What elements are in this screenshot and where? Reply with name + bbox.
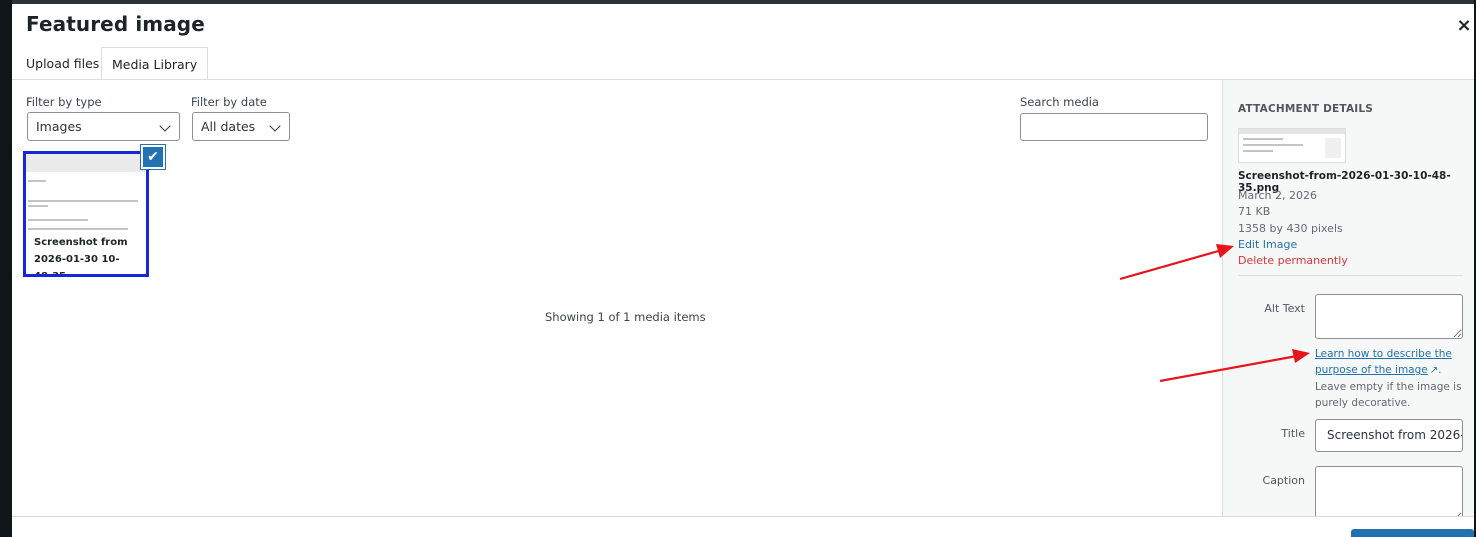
tab-media-library[interactable]: Media Library [101,47,209,80]
thumbnail-preview-line [28,200,138,202]
modal-footer-toolbar [12,516,1474,537]
filter-type-label: Filter by type [26,95,102,109]
filter-type-select[interactable]: Images [27,112,180,141]
attachment-details-heading: ATTACHMENT DETAILS [1238,103,1374,115]
attachment-date: March 2, 2026 [1238,189,1318,202]
filter-date-select[interactable]: All dates [192,112,290,141]
thumbnail-preview-line [28,228,128,230]
alt-text-label: Alt Text [1264,302,1305,315]
attachment-thumbnail [1238,128,1346,163]
chevron-down-icon [159,120,171,132]
backdrop-left-edge [0,0,12,537]
thumbnail-preview-header [26,154,146,172]
close-icon[interactable]: × [1454,16,1474,36]
filter-date-value: All dates [201,119,256,134]
filter-type-value: Images [36,119,82,134]
selected-check-icon[interactable]: ✔ [141,145,165,169]
thumbnail-preview-line [28,180,46,182]
modal-title: Featured image [26,12,205,36]
tab-upload-files[interactable]: Upload files [16,47,109,80]
edit-image-link[interactable]: Edit Image [1238,238,1297,251]
media-item-caption: Screenshot from 2026-01-30 10-48-35 [34,237,128,277]
search-media-label: Search media [1020,95,1099,109]
annotation-arrow-alt-help [1159,349,1310,383]
attachment-filesize: 71 KB [1238,205,1271,218]
media-browser: Filter by type Images Filter by date All… [12,80,1222,517]
attachment-dimensions: 1358 by 430 pixels [1238,222,1343,235]
title-label: Title [1281,427,1305,440]
alt-text-field[interactable] [1315,294,1463,339]
details-divider [1238,275,1463,276]
modal-tabs: Upload files Media Library [12,47,1474,80]
annotation-arrow-edit-image [1119,244,1234,281]
title-field[interactable]: Screenshot from 2026-01-30 10-48-35 [1315,419,1463,452]
media-count-status: Showing 1 of 1 media items [545,310,706,324]
alt-text-help: Learn how to describe the purpose of the… [1315,348,1462,409]
attachment-thumbnail-preview [1239,129,1345,158]
media-item-thumbnail[interactable]: Screenshot from 2026-01-30 10-48-35 [23,151,149,277]
external-link-icon: ↗ [1429,365,1439,376]
thumbnail-preview-line [28,205,48,207]
filter-date-label: Filter by date [191,95,267,109]
attachment-details-sidebar: ATTACHMENT DETAILS Screenshot-from-2026-… [1222,80,1474,522]
caption-label: Caption [1262,474,1305,487]
delete-permanently-link[interactable]: Delete permanently [1238,254,1348,267]
chevron-down-icon [269,120,281,132]
featured-image-modal: Featured image × Upload files Media Libr… [12,4,1474,537]
caption-field[interactable] [1315,466,1463,522]
set-featured-image-button[interactable] [1351,529,1474,537]
alt-text-help-note: Leave empty if the image is purely decor… [1315,381,1462,409]
thumbnail-preview-line [28,219,88,221]
search-media-input[interactable] [1020,113,1208,141]
